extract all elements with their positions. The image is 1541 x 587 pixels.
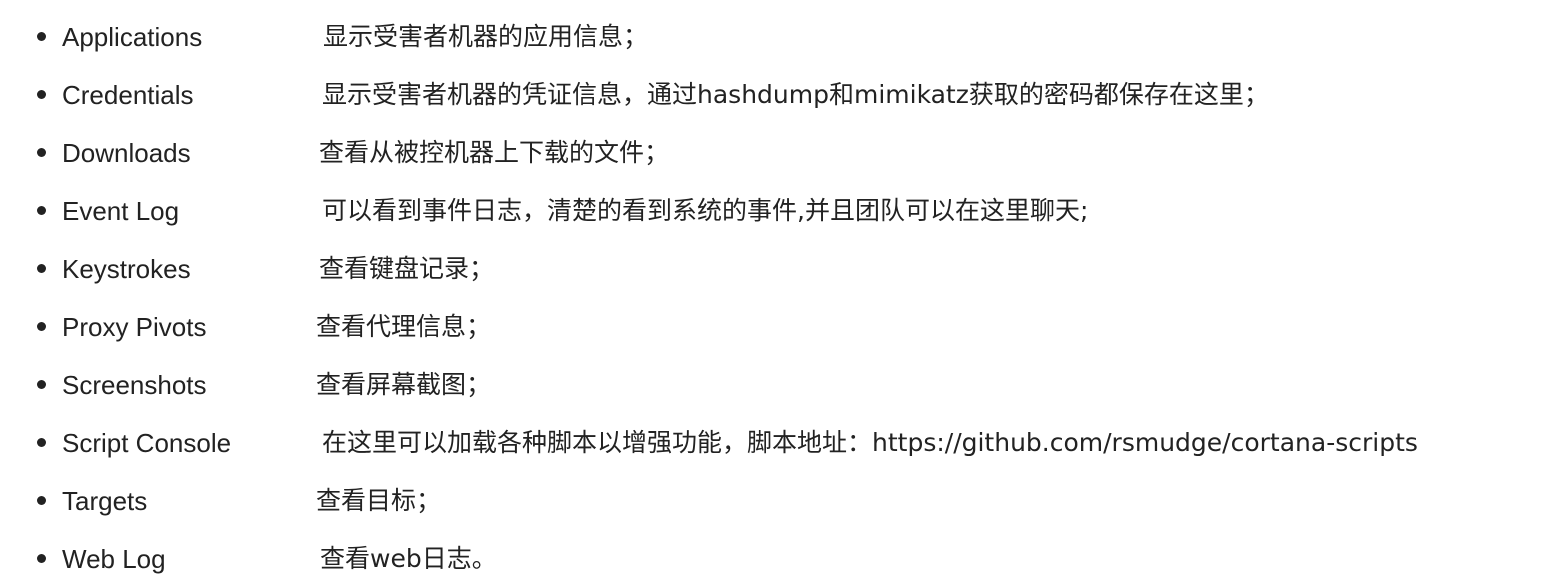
item-description: 查看代理信息； <box>316 312 492 341</box>
item-description: 在这里可以加载各种脚本以增强功能，脚本地址：https://github.com… <box>322 428 1418 457</box>
bullet-icon <box>37 148 46 157</box>
item-description: 查看从被控机器上下载的文件； <box>319 138 670 167</box>
item-term: Screenshots <box>62 370 207 400</box>
list-item-targets: Targets 查看目标； <box>0 481 1541 521</box>
item-description: 显示受害者机器的应用信息； <box>323 22 649 51</box>
item-description: 显示受害者机器的凭证信息，通过hashdump和mimikatz获取的密码都保存… <box>322 80 1269 109</box>
item-term: Web Log <box>62 544 166 574</box>
item-description: 可以看到事件日志，清楚的看到系统的事件,并且团队可以在这里聊天; <box>322 196 1089 225</box>
bullet-icon <box>37 206 46 215</box>
item-description: 查看屏幕截图； <box>316 370 492 399</box>
list-item-script-console: Script Console 在这里可以加载各种脚本以增强功能，脚本地址：htt… <box>0 423 1541 463</box>
list-item-web-log: Web Log 查看web日志。 <box>0 539 1541 579</box>
item-term: Event Log <box>62 196 180 226</box>
bullet-icon <box>37 496 46 505</box>
list-item-screenshots: Screenshots 查看屏幕截图； <box>0 365 1541 405</box>
list-item-proxy-pivots: Proxy Pivots 查看代理信息； <box>0 307 1541 347</box>
item-term: Downloads <box>62 138 191 168</box>
bullet-icon <box>37 438 46 447</box>
bullet-icon <box>37 322 46 331</box>
item-term: Proxy Pivots <box>62 312 207 342</box>
list-item-applications: Applications 显示受害者机器的应用信息； <box>0 17 1541 57</box>
bullet-icon <box>37 554 46 563</box>
bullet-icon <box>37 264 46 273</box>
item-description: 查看web日志。 <box>320 544 497 573</box>
bullet-icon <box>37 380 46 389</box>
bullet-icon <box>37 90 46 99</box>
item-term: Credentials <box>62 80 194 110</box>
list-item-event-log: Event Log 可以看到事件日志，清楚的看到系统的事件,并且团队可以在这里聊… <box>0 191 1541 231</box>
item-term: Applications <box>62 22 203 52</box>
item-term: Targets <box>62 486 148 516</box>
item-term: Script Console <box>62 428 232 458</box>
list-item-credentials: Credentials 显示受害者机器的凭证信息，通过hashdump和mimi… <box>0 75 1541 115</box>
item-description: 查看键盘记录； <box>319 254 495 283</box>
item-description: 查看目标； <box>316 486 442 515</box>
list-item-keystrokes: Keystrokes 查看键盘记录； <box>0 249 1541 289</box>
item-term: Keystrokes <box>62 254 191 284</box>
list-item-downloads: Downloads 查看从被控机器上下载的文件； <box>0 133 1541 173</box>
bullet-icon <box>37 32 46 41</box>
